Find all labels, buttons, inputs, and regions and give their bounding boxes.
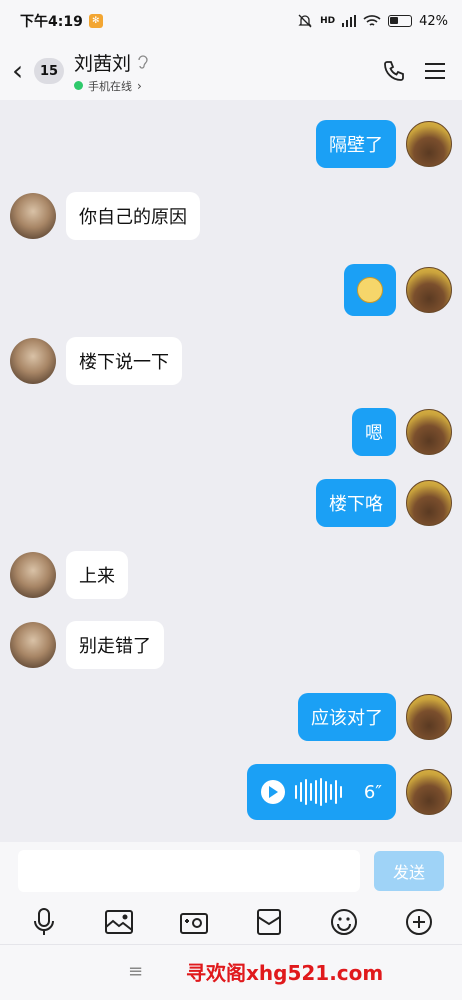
bottom-nav: ≡ 寻欢阁xhg521.com [0, 944, 462, 1000]
image-icon[interactable] [103, 906, 135, 938]
nav-menu-icon[interactable]: ≡ [128, 961, 143, 982]
chat-header: ‹ 15 刘茜刘 手机在线 › [0, 42, 462, 100]
battery-icon [388, 15, 413, 27]
message-right: 应该对了 [298, 693, 452, 741]
send-button[interactable]: 发送 [374, 851, 444, 891]
message-bubble[interactable]: 上来 [66, 551, 128, 599]
message-left: 你自己的原因 [10, 192, 200, 240]
message-right: 嗯 [352, 408, 452, 456]
status-time: 下午4:19 [20, 14, 83, 30]
message-bubble[interactable]: 别走错了 [66, 621, 164, 669]
contact-info[interactable]: 刘茜刘 手机在线 › [74, 49, 149, 94]
my-avatar[interactable] [406, 480, 452, 526]
contact-avatar[interactable] [10, 552, 56, 598]
my-avatar[interactable] [406, 694, 452, 740]
menu-icon[interactable] [424, 61, 446, 81]
battery-level: 42% [419, 13, 448, 29]
message-bubble[interactable]: 隔壁了 [316, 120, 396, 168]
online-status: 手机在线 [88, 79, 132, 93]
voice-waveform-icon [294, 778, 342, 806]
message-right: 隔壁了 [316, 120, 452, 168]
red-packet-icon[interactable] [253, 906, 285, 938]
chevron-right-icon: › [137, 78, 142, 93]
emoji-bubble[interactable] [344, 264, 396, 316]
my-avatar[interactable] [406, 121, 452, 167]
message-right: 6″ [246, 764, 452, 820]
network-label: HD [320, 16, 336, 26]
ear-icon [138, 55, 148, 69]
contact-name: 刘茜刘 [74, 52, 132, 75]
input-bar: 发送 [0, 842, 462, 900]
contact-avatar[interactable] [10, 622, 56, 668]
my-avatar[interactable] [406, 769, 452, 815]
message-left: 别走错了 [10, 621, 164, 669]
mute-icon [298, 14, 312, 28]
app-notification-icon: ✻ [88, 14, 103, 28]
message-bubble[interactable]: 你自己的原因 [66, 192, 200, 240]
my-avatar[interactable] [406, 267, 452, 313]
watermark-text: 寻欢阁xhg521.com [186, 961, 384, 985]
message-left: 上来 [10, 551, 128, 599]
play-icon[interactable] [260, 780, 285, 804]
phone-icon[interactable] [382, 59, 406, 83]
signal-icon [342, 15, 357, 27]
voice-message-bubble[interactable]: 6″ [246, 764, 396, 820]
online-dot-icon [74, 81, 83, 90]
message-left: 楼下说一下 [10, 337, 182, 385]
back-button[interactable]: ‹ [12, 57, 32, 85]
message-right [344, 264, 452, 316]
camera-icon[interactable] [178, 906, 210, 938]
voice-duration: 6″ [363, 781, 382, 803]
my-avatar[interactable] [406, 409, 452, 455]
status-icons: HD 42% [297, 13, 448, 29]
message-bubble[interactable]: 应该对了 [298, 693, 396, 741]
input-toolbar [0, 900, 462, 944]
emoji-sticker-icon [357, 277, 383, 303]
message-bubble[interactable]: 楼下说一下 [66, 337, 182, 385]
contact-avatar[interactable] [10, 193, 56, 239]
message-right: 楼下咯 [316, 479, 452, 527]
unread-count-badge[interactable]: 15 [34, 58, 64, 84]
mic-icon[interactable] [28, 906, 60, 938]
message-bubble[interactable]: 嗯 [352, 408, 396, 456]
plus-icon[interactable] [403, 906, 435, 938]
status-bar: 下午4:19 ✻ HD 42% [0, 0, 462, 42]
emoji-icon[interactable] [328, 906, 360, 938]
contact-avatar[interactable] [10, 338, 56, 384]
wifi-icon [363, 15, 381, 26]
message-bubble[interactable]: 楼下咯 [316, 479, 396, 527]
message-input[interactable] [18, 850, 360, 892]
